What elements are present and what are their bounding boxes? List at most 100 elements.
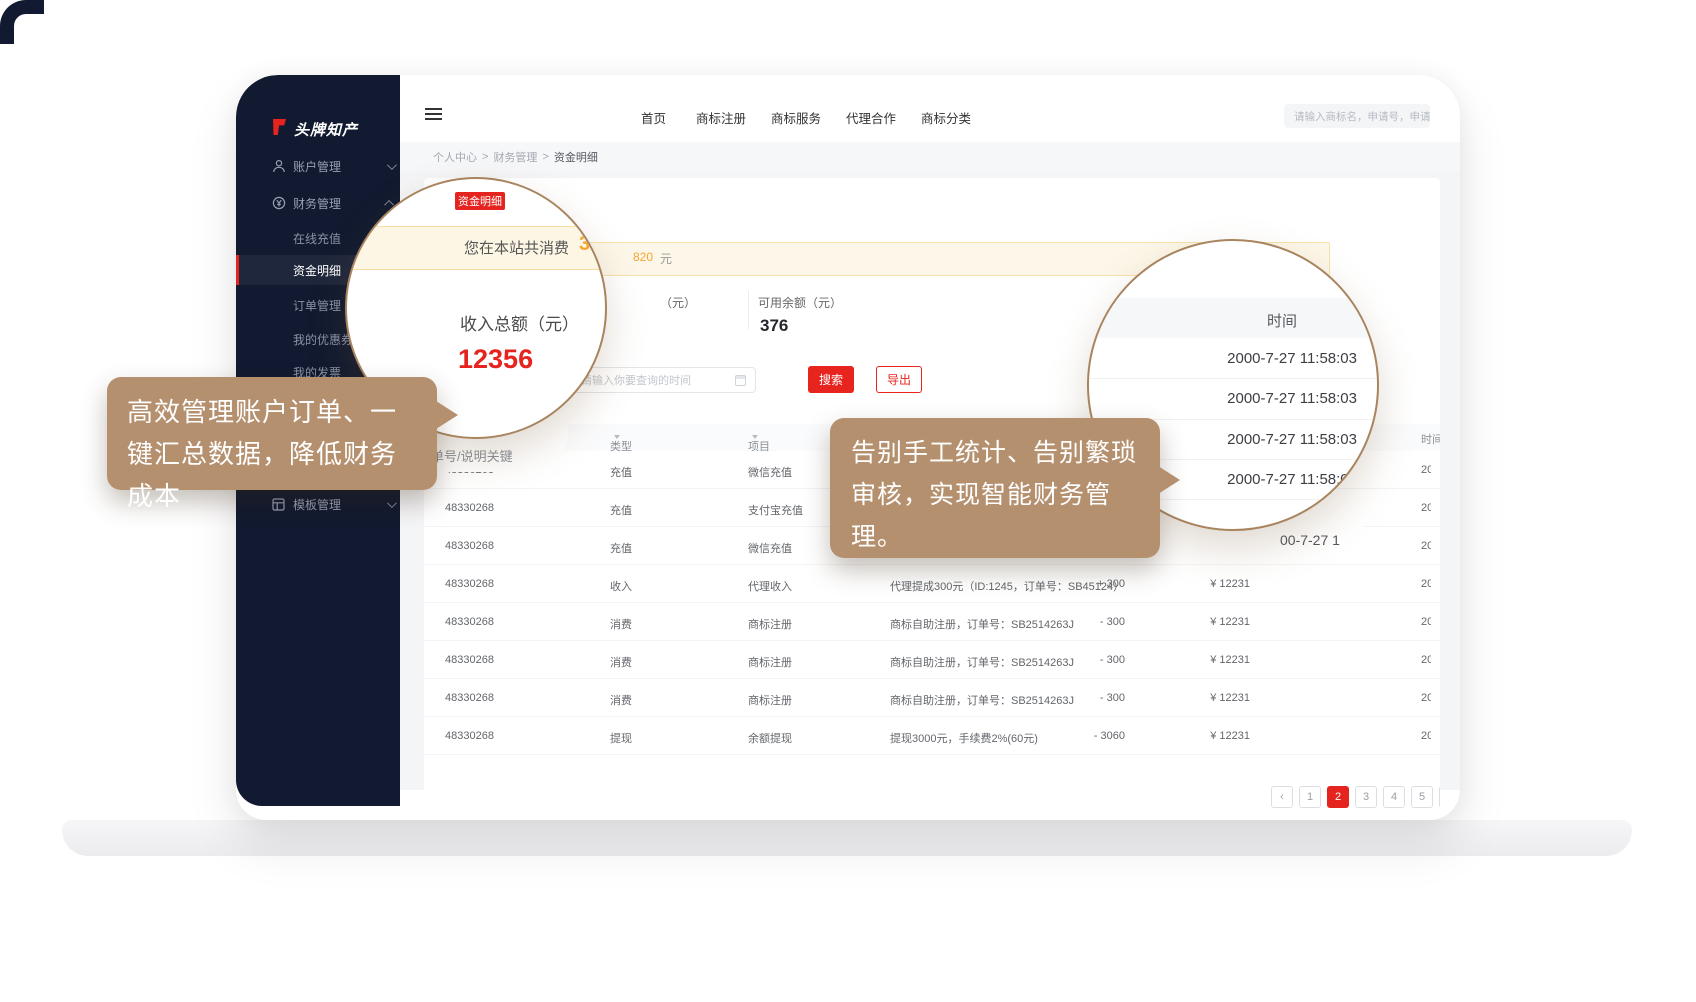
search-input[interactable]: 请输入商标名，申请号，申请人: [1284, 104, 1430, 128]
cell-type: 充值: [610, 502, 632, 518]
breadcrumb-current: 资金明细: [554, 149, 598, 165]
page-next-button[interactable]: [1439, 786, 1440, 808]
page-button[interactable]: 3: [1355, 786, 1377, 808]
pagination: ‹ 1 2 3 4 5: [1271, 786, 1440, 808]
table-row[interactable]: 48330268 消费 商标注册 商标自助注册，订单号：SB2514263J -…: [424, 679, 1440, 717]
cell-type: 消费: [610, 654, 632, 670]
cell-project: 支付宝充值: [748, 502, 803, 518]
magnified-time-value: 2000-7-27 11:58:03: [1089, 390, 1357, 407]
cell-type: 充值: [610, 540, 632, 556]
cell-time: 2000-7-27 11:58:03: [1421, 502, 1431, 514]
cell-order: 48330268: [445, 692, 494, 704]
magnified-banner-amount: 32124: [579, 233, 607, 256]
brand-logo-icon: [271, 118, 288, 141]
breadcrumb-separator: >: [482, 151, 488, 163]
user-icon: [272, 159, 286, 173]
cell-amount: + 300: [1004, 578, 1125, 590]
cell-time: 2000-7-27 11:58:03: [1421, 654, 1431, 666]
time-query-input[interactable]: 请输入你要查询的时间: [570, 367, 756, 393]
nav-item-trademark-register[interactable]: 商标注册: [696, 108, 746, 127]
page-prev-button[interactable]: ‹: [1271, 786, 1293, 808]
cell-type: 收入: [610, 578, 632, 594]
callout-right: 告别手工统计、告别繁琐审核，实现智能财务管理。: [830, 418, 1160, 558]
magnified-income-label: 收入总额（元）: [460, 310, 579, 335]
top-navigation: 首页 商标注册 商标服务 代理合作 商标分类 请输入商标名，申请号，申请人: [400, 75, 1460, 142]
page-button-active[interactable]: 2: [1327, 786, 1349, 808]
cell-time: 2000-7-27 11:58:03: [1421, 464, 1431, 476]
cell-type: 提现: [610, 730, 632, 746]
callout-arrow-icon: [1158, 466, 1180, 494]
menu-icon[interactable]: [425, 108, 442, 121]
cell-type: 消费: [610, 692, 632, 708]
cell-order: 48330268: [445, 654, 494, 666]
cell-order: 48330268: [445, 502, 494, 514]
brand-name: 头牌知产: [294, 119, 358, 140]
cell-time: 2000-7-27 11:58:03: [1421, 578, 1431, 590]
header-project[interactable]: 项目: [748, 431, 758, 443]
table-row[interactable]: 48330268 消费 商标注册 商标自助注册，订单号：SB2514263J -…: [424, 603, 1440, 641]
nav-item-home[interactable]: 首页: [641, 108, 666, 127]
page-button[interactable]: 4: [1383, 786, 1405, 808]
sidebar-item-finance[interactable]: 财务管理: [236, 188, 400, 218]
callout-arrow-icon: [436, 401, 458, 429]
cell-project: 商标注册: [748, 654, 792, 670]
row-divider: [1089, 378, 1379, 379]
nav-item-agent-cooperation[interactable]: 代理合作: [846, 108, 896, 127]
cell-amount: - 300: [1004, 616, 1125, 628]
cell-order: 48330268: [445, 730, 494, 742]
cell-balance: ¥ 12231: [1124, 654, 1250, 666]
laptop-base: [62, 820, 1632, 856]
page-button[interactable]: 1: [1299, 786, 1321, 808]
cell-type: 充值: [610, 464, 632, 480]
stat-divider: [748, 291, 749, 329]
available-balance-label: 可用余额（元）: [758, 294, 842, 311]
magnified-time-header: 时间: [1089, 298, 1379, 338]
magnified-tab-fund-detail: 资金明细: [455, 192, 505, 210]
cell-amount: - 300: [1004, 692, 1125, 704]
chevron-down-icon: [387, 160, 397, 170]
search-button[interactable]: 搜索: [808, 366, 854, 393]
cell-project: 微信充值: [748, 464, 792, 480]
cell-project: 微信充值: [748, 540, 792, 556]
cell-balance: ¥ 12231: [1124, 730, 1250, 742]
cell-time: 2000-7-27 11:58:03: [1421, 540, 1431, 552]
cell-time: 2000-7-27 11:58:03: [1421, 692, 1431, 704]
consume-amount-partial: 820: [633, 250, 653, 264]
table-row[interactable]: 48330268 收入 代理收入 代理提成300元（ID:1245，订单号：SB…: [424, 565, 1440, 603]
breadcrumb-separator: >: [542, 151, 548, 163]
sidebar-item-label: 模板管理: [293, 496, 341, 513]
nav-item-trademark-category[interactable]: 商标分类: [921, 108, 971, 127]
cell-project: 商标注册: [748, 616, 792, 632]
nav-item-trademark-service[interactable]: 商标服务: [771, 108, 821, 127]
magnified-time-header-label: 时间: [1267, 310, 1297, 331]
time-query-placeholder: 请输入你要查询的时间: [581, 372, 691, 388]
table-row[interactable]: 48330268 消费 商标注册 商标自助注册，订单号：SB2514263J -…: [424, 641, 1440, 679]
magnified-banner-text: 您在本站共消费: [464, 237, 569, 258]
cell-order: 48330268: [445, 540, 494, 552]
cell-project: 代理收入: [748, 578, 792, 594]
cell-time: 2000-7-27 11:58:03: [1421, 616, 1431, 628]
corner-decoration: [0, 0, 44, 44]
export-button[interactable]: 导出: [876, 366, 922, 393]
sidebar-item-label: 财务管理: [293, 195, 341, 212]
magnified-time-fragment: 00-7-27 1: [1280, 532, 1340, 548]
cell-amount: - 3060: [1004, 730, 1125, 742]
header-type[interactable]: 类型: [610, 431, 620, 443]
sidebar-item-label: 在线充值: [293, 230, 341, 247]
breadcrumb-item[interactable]: 个人中心: [433, 149, 477, 165]
breadcrumb: 个人中心 > 财务管理 > 资金明细: [400, 142, 1460, 172]
calendar-icon[interactable]: [735, 375, 746, 386]
breadcrumb-item[interactable]: 财务管理: [493, 149, 537, 165]
cell-balance: ¥ 12231: [1124, 578, 1250, 590]
sidebar-item-account[interactable]: 账户管理: [236, 151, 400, 181]
page-button[interactable]: 5: [1411, 786, 1433, 808]
cell-time: 2000-7-27 11:58:03: [1421, 730, 1431, 742]
finance-icon: [272, 196, 286, 210]
callout-right-text: 告别手工统计、告别繁琐审核，实现智能财务管理。: [851, 439, 1137, 551]
table-row[interactable]: 48330268 提现 余额提现 提现3000元，手续费2%(60元) - 30…: [424, 717, 1440, 755]
header-time: 时间: [1421, 431, 1440, 447]
cell-project: 商标注册: [748, 692, 792, 708]
cell-order: 48330268: [445, 616, 494, 628]
sidebar-item-template[interactable]: 模板管理: [236, 489, 400, 519]
sidebar-item-label: 资金明细: [293, 262, 341, 279]
